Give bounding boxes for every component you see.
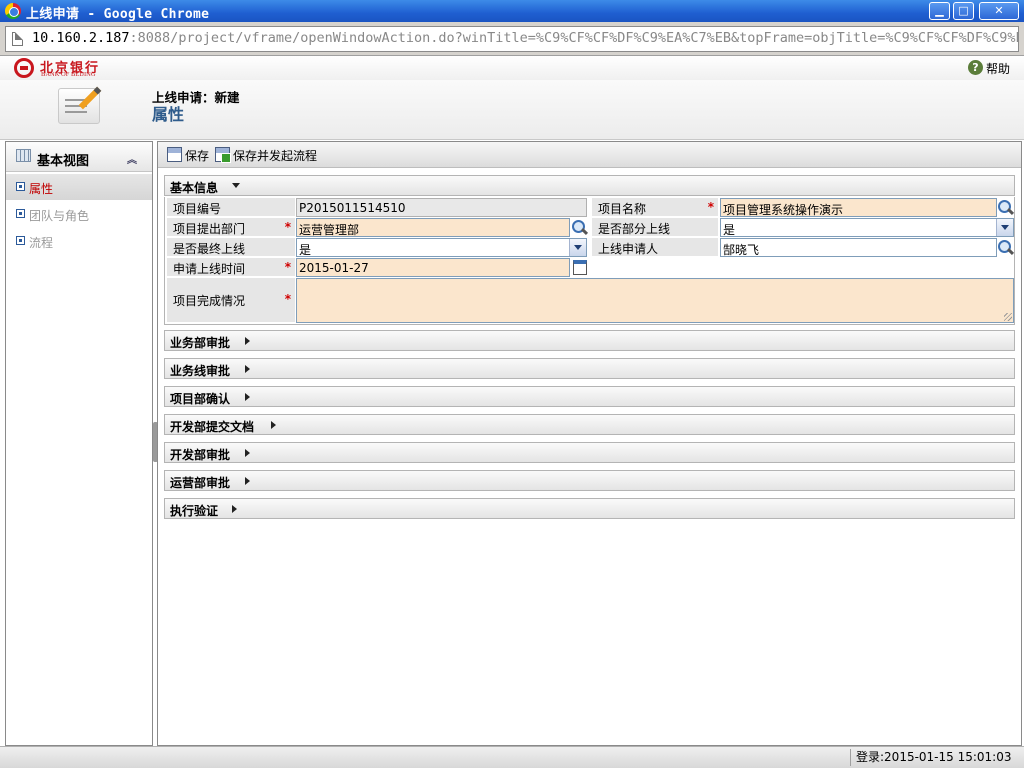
project-name-search-icon[interactable] bbox=[997, 199, 1014, 216]
required-mark: * bbox=[707, 200, 714, 214]
sidebar-item-label: 流程 bbox=[29, 236, 54, 250]
brand-bar: 北京银行 BANK OF BEIJING ? 帮助 bbox=[0, 56, 1024, 80]
department-field[interactable]: 运营管理部 bbox=[296, 218, 570, 237]
department-label: 项目提出部门 * bbox=[167, 218, 295, 237]
section-dev-submit-docs[interactable]: 开发部提交文档 bbox=[164, 414, 1015, 435]
window-title: 上线申请 - Google Chrome bbox=[26, 7, 210, 22]
project-name-field[interactable]: 项目管理系统操作演示 bbox=[720, 198, 997, 217]
status-bar: 登录:2015-01-15 15:01:03 bbox=[0, 746, 1024, 768]
applicant-field[interactable]: 郜晓飞 bbox=[720, 238, 997, 257]
section-business-line-approval[interactable]: 业务线审批 bbox=[164, 358, 1015, 379]
address-bar: 10.160.2.187:8088/project/vframe/openWin… bbox=[0, 22, 1024, 56]
page-title: 属性 bbox=[152, 105, 185, 124]
calendar-icon[interactable] bbox=[573, 260, 587, 275]
expand-down-icon bbox=[232, 183, 240, 188]
expand-right-icon bbox=[245, 337, 250, 345]
chrome-icon bbox=[5, 3, 21, 19]
completion-textarea[interactable] bbox=[296, 278, 1014, 323]
expand-right-icon bbox=[245, 393, 250, 401]
expand-right-icon bbox=[271, 421, 276, 429]
save-flow-icon bbox=[215, 147, 231, 163]
bank-logo: 北京银行 BANK OF BEIJING bbox=[14, 58, 124, 78]
save-button[interactable]: 保存 bbox=[167, 146, 212, 164]
expand-right-icon bbox=[245, 365, 250, 373]
save-icon bbox=[167, 147, 182, 162]
save-label: 保存 bbox=[185, 149, 210, 163]
close-button[interactable]: ✕ bbox=[979, 2, 1019, 20]
partial-online-label: 是否部分上线 bbox=[592, 218, 718, 237]
help-icon: ? bbox=[968, 60, 983, 75]
edit-document-icon bbox=[58, 86, 102, 124]
sidebar-header: 基本视图 ︽ bbox=[6, 142, 152, 172]
bank-name-en: BANK OF BEIJING bbox=[41, 71, 96, 78]
section-execution-verify[interactable]: 执行验证 bbox=[164, 498, 1015, 519]
maximize-button[interactable]: □ bbox=[953, 2, 974, 20]
login-time: 登录:2015-01-15 15:01:03 bbox=[850, 749, 1012, 766]
required-mark: * bbox=[284, 260, 291, 274]
expand-right-icon bbox=[245, 449, 250, 457]
save-and-start-flow-label: 保存并发起流程 bbox=[233, 149, 318, 163]
section-dev-approval[interactable]: 开发部审批 bbox=[164, 442, 1015, 463]
section-ops-approval[interactable]: 运营部审批 bbox=[164, 470, 1015, 491]
final-online-select[interactable]: 是 bbox=[296, 238, 587, 257]
bullet-icon bbox=[16, 182, 25, 191]
url-text: 10.160.2.187:8088/project/vframe/openWin… bbox=[32, 30, 1019, 46]
resize-grip-icon[interactable] bbox=[1004, 313, 1012, 321]
url-path: :8088/project/vframe/openWindowAction.do… bbox=[129, 30, 1019, 46]
bank-logo-mark-icon bbox=[14, 58, 34, 78]
apply-time-field[interactable]: 2015-01-27 bbox=[296, 258, 570, 277]
section-title: 基本信息 bbox=[170, 181, 219, 195]
url-host: 10.160.2.187 bbox=[32, 30, 130, 46]
basic-info-form: 项目编号 P2015011514510 项目名称 * 项目管理系统操作演示 项目… bbox=[164, 197, 1015, 325]
minimize-button[interactable]: ▁ bbox=[929, 2, 950, 20]
partial-online-select[interactable]: 是 bbox=[720, 218, 1014, 237]
page-header: 上线申请：新建 属性 bbox=[0, 80, 1024, 140]
sidebar-title: 基本视图 bbox=[37, 154, 90, 169]
window-titlebar: 上线申请 - Google Chrome ▁ □ ✕ bbox=[0, 0, 1024, 22]
main-panel: 保存 保存并发起流程 基本信息 项目编号 P2015011514510 项目名称… bbox=[157, 141, 1022, 746]
help-label: 帮助 bbox=[986, 62, 1011, 76]
section-basic-info[interactable]: 基本信息 bbox=[164, 175, 1015, 196]
chevron-down-icon[interactable] bbox=[996, 219, 1013, 236]
applicant-search-icon[interactable] bbox=[997, 239, 1014, 256]
applicant-label: 上线申请人 bbox=[592, 238, 718, 257]
sidebar-item-team-roles[interactable]: 团队与角色 bbox=[6, 201, 152, 227]
required-mark: * bbox=[284, 292, 291, 306]
section-project-dept-confirm[interactable]: 项目部确认 bbox=[164, 386, 1015, 407]
project-name-label: 项目名称 * bbox=[592, 198, 718, 217]
section-business-dept-approval[interactable]: 业务部审批 bbox=[164, 330, 1015, 351]
department-search-icon[interactable] bbox=[571, 219, 588, 236]
toolbar: 保存 保存并发起流程 bbox=[158, 142, 1021, 168]
bullet-icon bbox=[16, 236, 25, 245]
save-and-start-flow-button[interactable]: 保存并发起流程 bbox=[215, 146, 320, 164]
sidebar-item-label: 属性 bbox=[29, 182, 54, 196]
project-code-label: 项目编号 bbox=[167, 198, 295, 217]
page-icon bbox=[12, 32, 23, 46]
expand-right-icon bbox=[232, 505, 237, 513]
required-mark: * bbox=[284, 220, 291, 234]
collapse-icon[interactable]: ︽ bbox=[127, 151, 137, 166]
bullet-icon bbox=[16, 209, 25, 218]
sidebar-item-properties[interactable]: 属性 bbox=[6, 174, 152, 200]
grid-view-icon bbox=[16, 149, 31, 162]
project-code-field: P2015011514510 bbox=[296, 198, 587, 217]
url-field[interactable]: 10.160.2.187:8088/project/vframe/openWin… bbox=[5, 26, 1019, 52]
final-online-label: 是否最终上线 bbox=[167, 238, 295, 257]
completion-label: 项目完成情况 * bbox=[167, 278, 295, 323]
sidebar-item-workflow[interactable]: 流程 bbox=[6, 228, 152, 254]
expand-right-icon bbox=[245, 477, 250, 485]
sidebar: 基本视图 ︽ 属性 团队与角色 流程 bbox=[5, 141, 153, 746]
sidebar-item-label: 团队与角色 bbox=[29, 209, 90, 223]
chevron-down-icon[interactable] bbox=[569, 239, 586, 256]
apply-time-label: 申请上线时间 * bbox=[167, 258, 295, 277]
